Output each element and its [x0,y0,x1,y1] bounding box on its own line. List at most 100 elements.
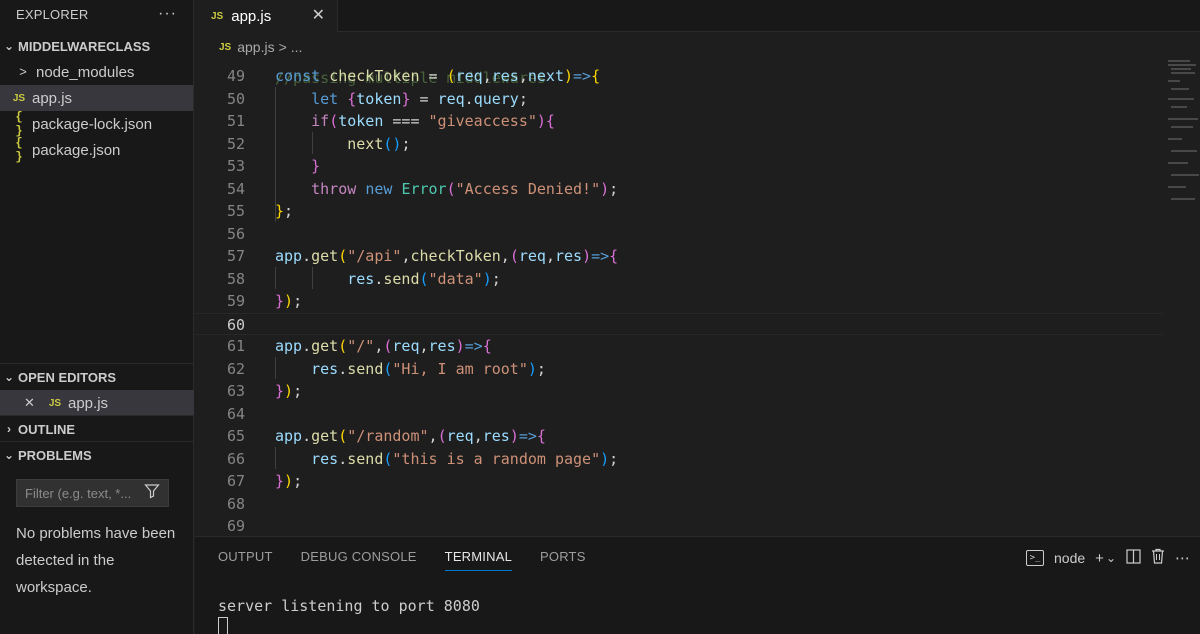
line-text: res.send("Hi, I am root"); [311,359,546,378]
code-editor[interactable]: //passing multiple middlewares 49 const c… [195,58,1163,536]
line-text: }); [275,292,303,310]
chevron-down-icon[interactable]: ⌄ [1106,551,1116,565]
line-number: 54 [226,179,245,198]
tree-item-package-json[interactable]: { } package.json [0,136,193,164]
open-editors-section: ⌄ OPEN EDITORS ✕ JS app.js [0,363,194,416]
bottom-panel: OUTPUT DEBUG CONSOLE TERMINAL PORTS >_ n… [195,536,1200,634]
problems-title: PROBLEMS [18,447,92,463]
code-line-current: 60 [195,312,1163,335]
tab-ports[interactable]: PORTS [540,537,586,575]
line-text: res.send("data"); [347,269,501,288]
breadcrumb-separator: > [278,39,287,55]
line-text: let {token} = req.query; [311,89,528,108]
sidebar: EXPLORER ··· ⌄ MIDDELWARECLASS > node_mo… [0,0,194,634]
code-line: 57 app.get("/api",checkToken,(req,res)=>{ [195,245,1163,268]
chevron-down-icon: ⌄ [3,39,15,53]
line-text: }; [275,202,294,220]
code-line: 55}; [195,200,1163,223]
tab-debug-console[interactable]: DEBUG CONSOLE [301,537,417,575]
code-line: 58 res.send("data"); [195,268,1163,291]
line-number: 56 [226,224,245,243]
panel-toolbar: >_ node + ⌄ ⋯ [1026,537,1190,579]
line-text: }); [275,382,303,400]
code-line: 68 [195,493,1163,516]
chevron-right-icon: › [7,422,11,436]
line-number: 58 [226,269,245,288]
problems-filter-input[interactable]: Filter (e.g. text, *... [16,479,169,507]
line-text: app.get("/random",(req,res)=>{ [275,427,546,445]
tree-item-node-modules[interactable]: > node_modules [0,59,193,85]
code-line: 53 } [195,155,1163,178]
code-line: 51 if(token === "giveaccess"){ [195,110,1163,133]
minimap[interactable] [1163,58,1200,208]
line-number: 60 [226,315,245,334]
code-line: 54 throw new Error("Access Denied!"); [195,178,1163,201]
close-icon[interactable]: ✕ [312,5,325,25]
tab-app-js[interactable]: JS app.js ✕ [195,0,338,32]
problems-header[interactable]: ⌄ PROBLEMS [0,442,194,468]
filter-icon[interactable] [144,483,160,503]
line-number: 50 [226,89,245,108]
terminal-cursor [218,617,228,634]
tree-item-label: package-lock.json [32,115,153,133]
terminal-name[interactable]: node [1054,550,1085,566]
folder-header[interactable]: ⌄ MIDDELWARECLASS [0,33,193,59]
chevron-down-icon: ⌄ [3,448,15,462]
panel-tabs: OUTPUT DEBUG CONSOLE TERMINAL PORTS [195,537,586,575]
tree-item-app-js[interactable]: JS app.js [0,85,193,111]
trash-icon[interactable] [1151,548,1165,568]
line-text: app.get("/api",checkToken,(req,res)=>{ [275,247,619,265]
editor-tabbar: JS app.js ✕ [195,0,1200,32]
line-number: 62 [226,359,245,378]
line-number: 61 [226,337,245,355]
new-terminal-icon[interactable]: + [1095,550,1104,567]
line-number: 68 [226,494,245,513]
outline-title: OUTLINE [18,421,76,437]
js-file-icon: JS [219,41,232,53]
chevron-right-icon: > [19,64,27,80]
open-editor-app-js[interactable]: ✕ JS app.js [0,390,194,416]
tree-item-label: app.js [32,89,73,107]
tree-item-label: node_modules [36,63,135,81]
breadcrumb: JS app.js > ... [195,36,302,58]
line-number: 59 [226,292,245,310]
open-editors-title: OPEN EDITORS [18,369,117,385]
code-line: 62 res.send("Hi, I am root"); [195,358,1163,381]
line-text: throw new Error("Access Denied!"); [311,179,619,198]
breadcrumb-more[interactable]: ... [291,39,303,55]
code-line: 66 res.send("this is a random page"); [195,448,1163,471]
line-number: 49 [226,67,245,85]
js-file-icon: JS [211,10,224,22]
line-number: 69 [226,517,245,535]
terminal-icon: >_ [1026,550,1045,566]
open-editors-header[interactable]: ⌄ OPEN EDITORS [0,364,194,390]
code-line: 56 [195,223,1163,246]
problems-section: ⌄ PROBLEMS [0,441,194,468]
tree-item-package-lock-json[interactable]: { } package-lock.json [0,110,193,138]
code-line: 49 const checkToken = (req,res,next)=>{ [195,65,1163,88]
line-number: 51 [226,112,245,130]
filter-placeholder: Filter (e.g. text, *... [25,485,132,501]
code-line: 65 app.get("/random",(req,res)=>{ [195,425,1163,448]
code-line: 61 app.get("/",(req,res)=>{ [195,335,1163,358]
tab-terminal[interactable]: TERMINAL [444,537,513,575]
line-number: 63 [226,382,245,400]
line-text: const checkToken = (req,res,next)=>{ [275,67,601,85]
line-number: 67 [226,472,245,490]
js-file-icon: JS [48,397,62,409]
more-actions-icon[interactable]: ⋯ [1175,549,1190,567]
line-text: if(token === "giveaccess"){ [311,112,555,130]
outline-section[interactable]: › OUTLINE [0,415,194,442]
line-number: 55 [226,202,245,220]
line-number: 66 [226,449,245,468]
breadcrumb-file[interactable]: app.js [237,39,274,55]
line-number: 64 [226,404,245,423]
open-editor-label: app.js [68,394,109,412]
code-line: 69 [195,515,1163,536]
terminal-output: server listening to port 8080 [218,597,480,615]
chevron-down-icon: ⌄ [3,370,15,384]
split-terminal-icon[interactable] [1126,548,1141,568]
tab-output[interactable]: OUTPUT [218,537,273,575]
close-icon[interactable]: ✕ [24,395,42,411]
more-actions-icon[interactable]: ··· [158,5,177,23]
